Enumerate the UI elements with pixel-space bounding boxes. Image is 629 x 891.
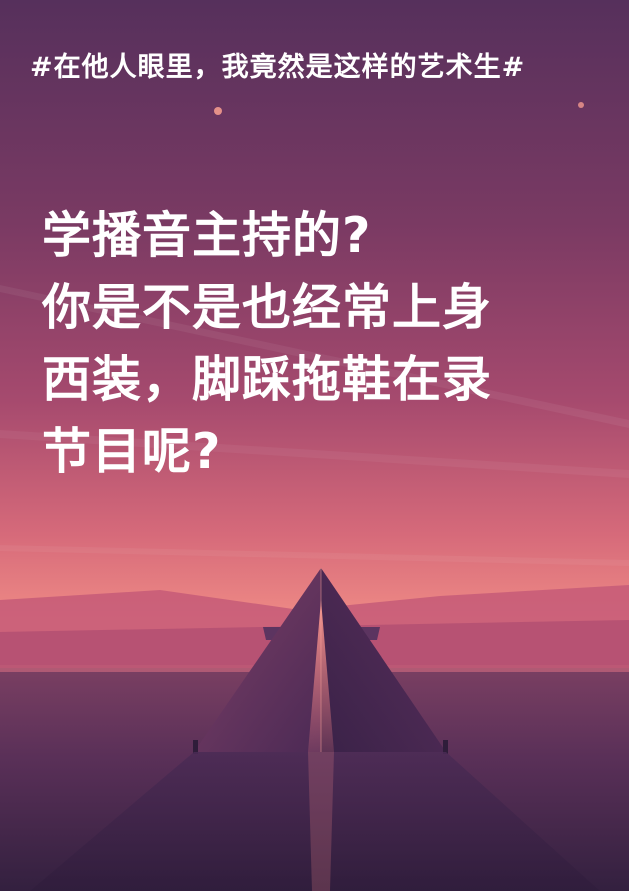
headline: 学播音主持的? 你是不是也经常上身 西装，脚踩拖鞋在录 节目呢? [42, 200, 612, 488]
poster: #在他人眼里，我竟然是这样的艺术生# 学播音主持的? 你是不是也经常上身 西装，… [0, 0, 629, 891]
hashtag-title: #在他人眼里，我竟然是这样的艺术生# [30, 52, 526, 83]
headline-line-3: 西装，脚踩拖鞋在录 [42, 351, 493, 408]
headline-line-1: 学播音主持的? [42, 207, 372, 264]
headline-line-4: 节目呢? [42, 423, 222, 480]
headline-line-2: 你是不是也经常上身 [42, 279, 493, 336]
